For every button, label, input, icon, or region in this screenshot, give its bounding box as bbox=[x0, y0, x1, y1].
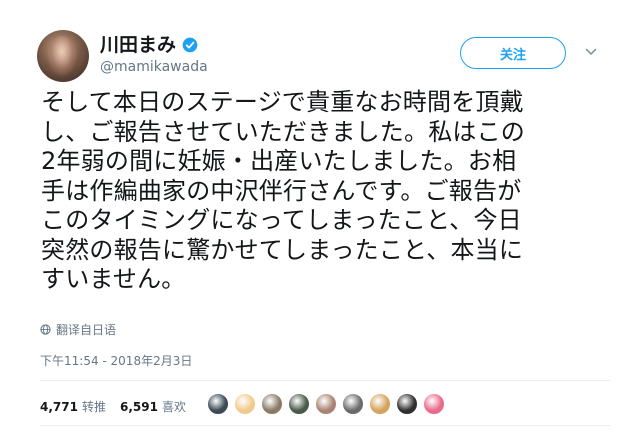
liker-avatar[interactable] bbox=[234, 393, 256, 415]
liker-avatar[interactable] bbox=[396, 393, 418, 415]
author-block: 川田まみ @mamikawada bbox=[100, 34, 208, 75]
engagement-stats: 4,771 转推 6,591 喜欢 bbox=[40, 398, 186, 415]
divider bbox=[40, 380, 610, 381]
retweets-label: 转推 bbox=[81, 400, 106, 414]
liker-avatars bbox=[207, 393, 445, 415]
globe-icon bbox=[40, 324, 51, 335]
liker-avatar[interactable] bbox=[315, 393, 337, 415]
likes-count: 6,591 bbox=[119, 400, 158, 414]
liker-avatar[interactable] bbox=[423, 393, 445, 415]
tweet-line: し、ご報告させていただきました。私はこの bbox=[41, 117, 525, 146]
liker-avatar[interactable] bbox=[342, 393, 364, 415]
likes-label: 喜欢 bbox=[161, 400, 186, 414]
timestamp[interactable]: 下午11:54 - 2018年2月3日 bbox=[40, 352, 192, 369]
tweet-line: そして本日のステージで貴重なお時間を頂戴 bbox=[41, 88, 524, 116]
display-name-row[interactable]: 川田まみ bbox=[100, 34, 208, 56]
liker-avatar[interactable] bbox=[261, 393, 283, 415]
likes-stat[interactable]: 6,591 喜欢 bbox=[120, 398, 186, 415]
retweets-count: 4,771 bbox=[40, 400, 78, 414]
display-name[interactable]: 川田まみ bbox=[100, 34, 176, 56]
translate-label[interactable]: 翻译自日语 bbox=[56, 321, 116, 338]
liker-avatar[interactable] bbox=[207, 393, 229, 415]
tweet-line: すいません。 bbox=[41, 265, 186, 293]
divider bbox=[40, 425, 610, 426]
tweet-text: そして本日のステージで貴重なお時間を頂戴 し、ご報告させていただきました。私はこ… bbox=[41, 88, 611, 295]
liker-avatar[interactable] bbox=[369, 393, 391, 415]
user-handle[interactable]: @mamikawada bbox=[100, 59, 208, 75]
tweet-line: このタイミングになってしまったこと、今日 bbox=[41, 206, 522, 234]
follow-button[interactable]: 关注 bbox=[460, 37, 566, 69]
retweets-stat[interactable]: 4,771 转推 bbox=[40, 398, 106, 415]
tweet-card: 川田まみ @mamikawada 关注 そして本日のステージで貴重なお時間を頂戴… bbox=[0, 0, 640, 434]
tweet-line: 突然の報告に驚かせてしまったこと、本当に bbox=[41, 235, 524, 264]
verified-badge-icon bbox=[182, 37, 198, 53]
liker-avatar[interactable] bbox=[288, 393, 310, 415]
translate-link[interactable]: 翻译自日语 bbox=[40, 321, 116, 338]
tweet-line: 2年弱の間に妊娠・出産いたしました。お相 bbox=[41, 147, 517, 175]
avatar[interactable] bbox=[37, 30, 89, 82]
chevron-down-icon[interactable] bbox=[585, 46, 597, 58]
tweet-line: 手は作編曲家の中沢伴行さんです。ご報告が bbox=[41, 176, 522, 205]
